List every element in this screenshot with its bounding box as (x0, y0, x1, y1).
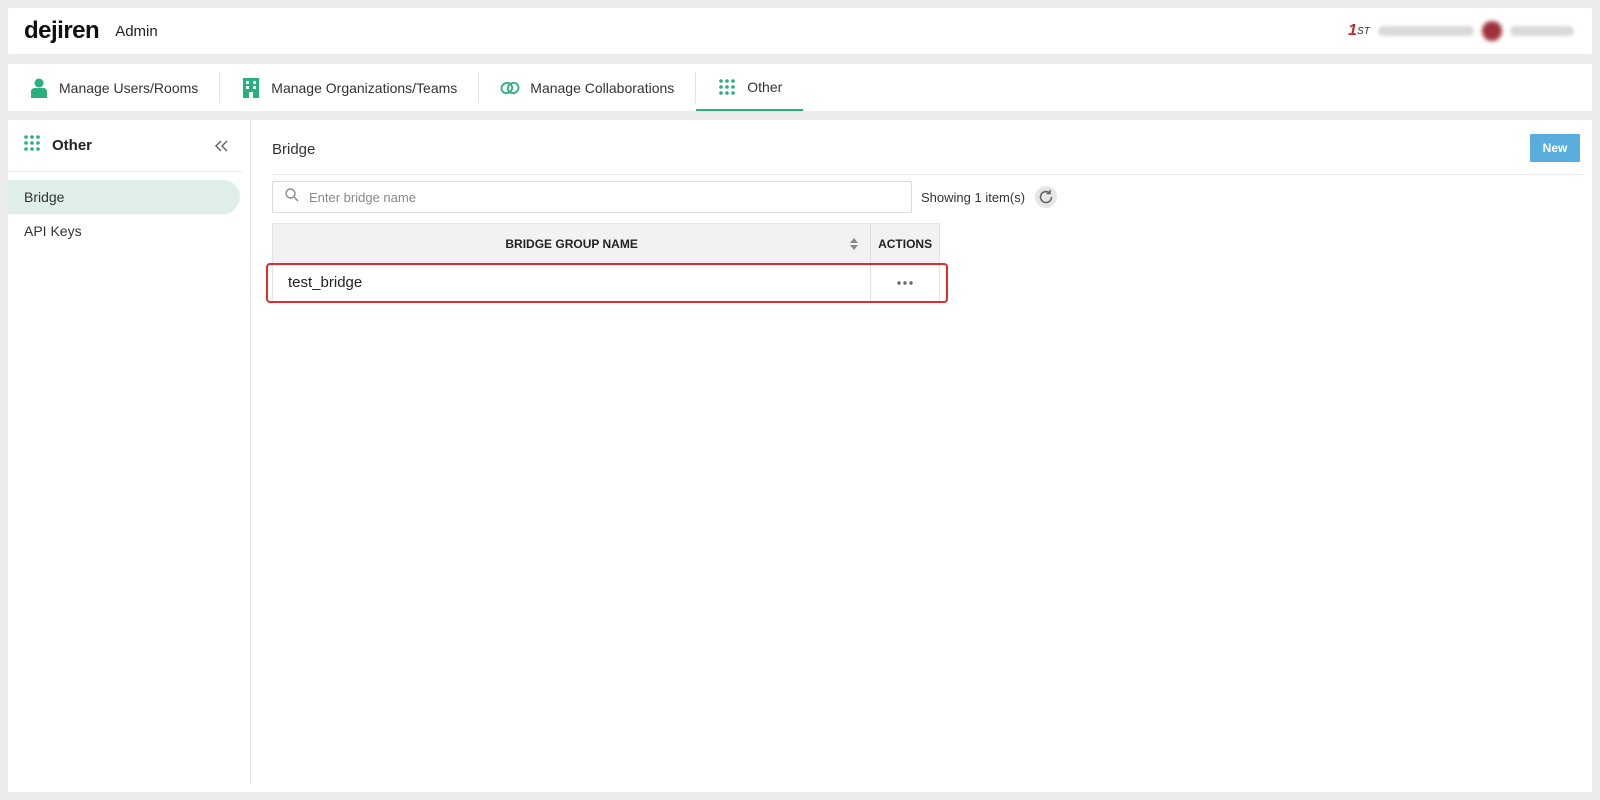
search-row: Showing 1 item(s) (272, 181, 1058, 213)
refresh-icon[interactable] (1035, 186, 1058, 208)
column-header-bridge-group-name[interactable]: BRIDGE GROUP NAME (273, 224, 872, 263)
new-button[interactable]: New (1530, 134, 1580, 162)
user-icon (29, 78, 49, 98)
content-area: Bridge New Showing 1 item(s) BRIDGE GROU… (266, 120, 1592, 792)
column-header-actions: ACTIONS (878, 236, 933, 251)
search-icon (285, 187, 299, 207)
table-row[interactable]: test_bridge (266, 263, 948, 303)
sort-icon[interactable] (850, 238, 859, 253)
tab-manage-users-rooms[interactable]: Manage Users/Rooms (8, 64, 219, 111)
header-user-area: 1 ST (1348, 20, 1574, 42)
more-actions-icon[interactable] (871, 263, 939, 302)
bridge-name-cell: test_bridge (273, 263, 872, 302)
page-title: Bridge (272, 141, 316, 158)
tab-label: Manage Organizations/Teams (271, 79, 458, 96)
grid-icon (24, 135, 40, 156)
sidebar-title: Other (52, 137, 93, 154)
admin-label: Admin (115, 22, 158, 40)
blurred-user-name[interactable] (1510, 26, 1574, 36)
tab-label: Manage Users/Rooms (59, 79, 199, 96)
sidebar-header: Other (8, 120, 242, 172)
search-box[interactable] (272, 181, 912, 213)
sidebar-item-label: API Keys (24, 223, 82, 239)
building-icon (241, 77, 261, 98)
main-nav-tabs: Manage Users/Rooms Manage Organizations/… (8, 64, 1592, 111)
tab-label: Manage Collaborations (530, 79, 675, 96)
grid-icon (717, 77, 737, 97)
blurred-user-info (1378, 26, 1474, 36)
item-count: Showing 1 item(s) (921, 189, 1026, 205)
search-input[interactable] (309, 189, 869, 205)
logo[interactable]: dejiren (24, 17, 100, 45)
table-header: BRIDGE GROUP NAME ACTIONS (272, 223, 940, 263)
brand-mark-icon: 1 ST (1348, 22, 1370, 39)
collapse-sidebar-icon[interactable] (213, 138, 229, 154)
content-header: Bridge New (272, 120, 1584, 175)
bridge-table: BRIDGE GROUP NAME ACTIONS test_bridge (266, 223, 948, 303)
main-panel: Other Bridge API Keys Bridge New Showing… (8, 120, 1592, 792)
tab-manage-collaborations[interactable]: Manage Collaborations (479, 64, 695, 111)
sidebar-item-api-keys[interactable]: API Keys (8, 214, 240, 248)
sidebar: Other Bridge API Keys (8, 120, 251, 784)
sidebar-item-bridge[interactable]: Bridge (8, 180, 240, 214)
link-icon (500, 78, 520, 98)
app-header: dejiren Admin 1 ST (8, 8, 1592, 54)
sidebar-item-label: Bridge (24, 189, 65, 205)
avatar[interactable] (1482, 21, 1502, 41)
tab-manage-organizations-teams[interactable]: Manage Organizations/Teams (220, 64, 478, 111)
tab-label: Other (747, 78, 783, 95)
tab-other[interactable]: Other (696, 64, 804, 111)
